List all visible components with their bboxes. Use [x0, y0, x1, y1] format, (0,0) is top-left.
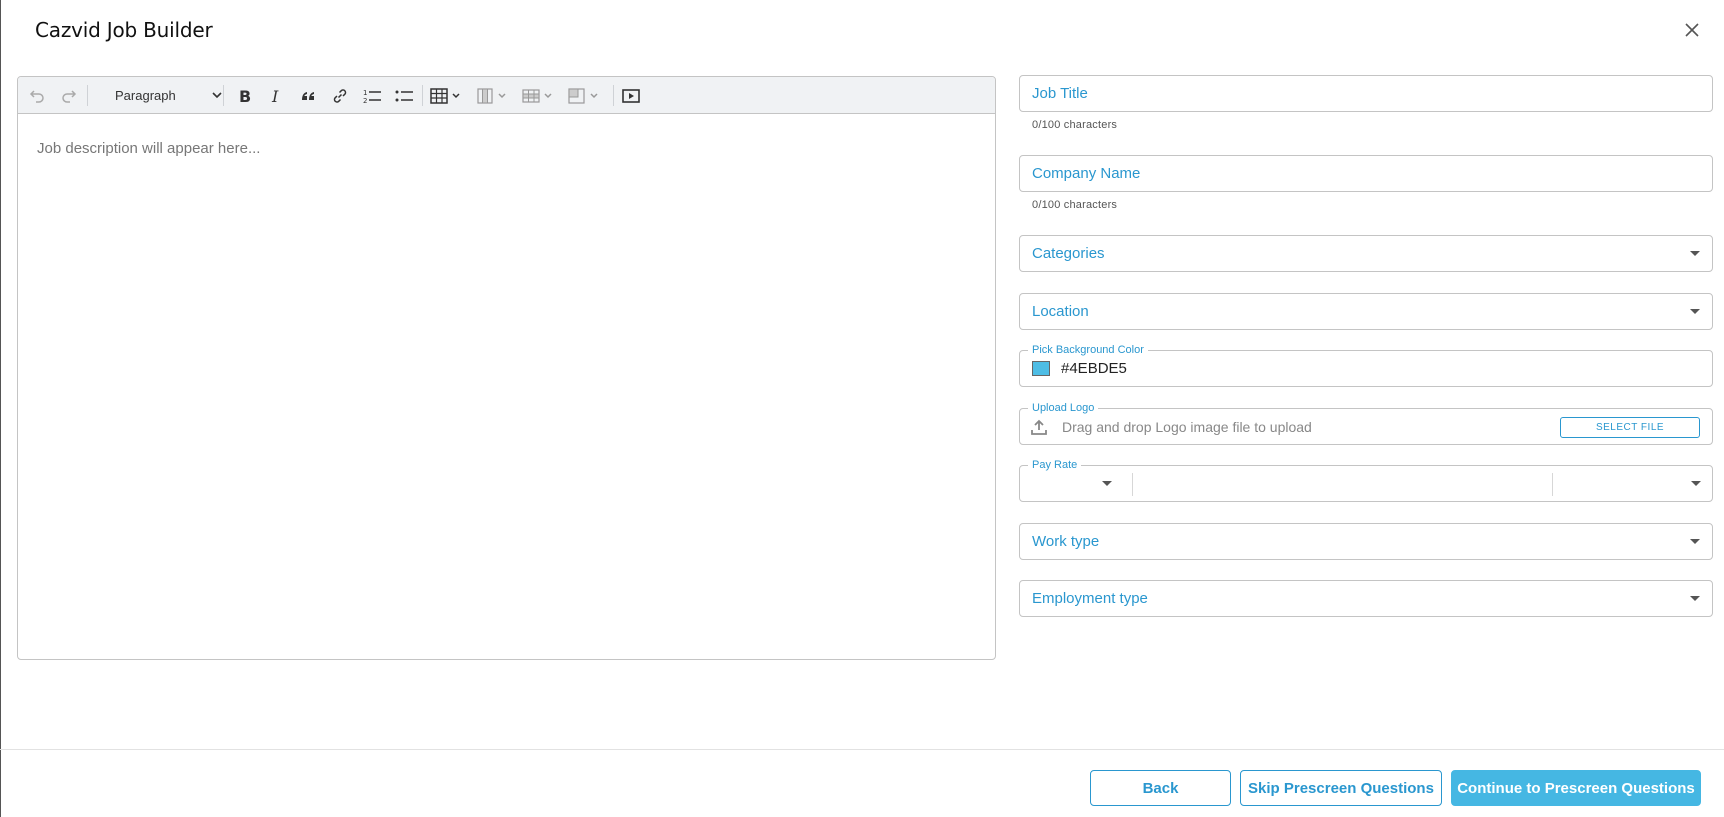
company-name-placeholder: Company Name [1032, 165, 1141, 182]
insert-table-icon[interactable] [426, 83, 468, 108]
background-color-picker[interactable]: Pick Background Color #4EBDE5 [1019, 343, 1713, 387]
dropdown-arrow-icon [1102, 481, 1112, 486]
upload-logo-hint: Drag and drop Logo image file to upload [1062, 419, 1312, 435]
continue-prescreen-button[interactable]: Continue to Prescreen Questions [1451, 770, 1701, 806]
window-edge [0, 0, 1, 817]
employment-type-placeholder: Employment type [1032, 590, 1148, 607]
toolbar-separator [613, 85, 614, 106]
table-column-icon[interactable] [472, 83, 514, 108]
svg-text:1: 1 [363, 89, 367, 97]
table-row-icon[interactable] [518, 83, 560, 108]
pay-rate-group: Pay Rate [1019, 458, 1713, 502]
undo-icon[interactable] [24, 83, 50, 108]
location-select[interactable]: Location [1019, 293, 1713, 330]
categories-select[interactable]: Categories [1019, 235, 1713, 272]
color-swatch[interactable] [1032, 361, 1050, 376]
close-icon[interactable] [1680, 18, 1704, 42]
editor-toolbar: Paragraph B I 12 [18, 77, 995, 114]
footer-divider [0, 749, 1724, 750]
upload-logo-dropzone[interactable]: Upload Logo Drag and drop Logo image fil… [1019, 401, 1713, 445]
media-embed-icon[interactable] [617, 83, 645, 108]
upload-logo-label: Upload Logo [1028, 401, 1099, 415]
heading-select-label: Paragraph [115, 88, 176, 103]
svg-text:I: I [271, 87, 279, 105]
back-button[interactable]: Back [1090, 770, 1231, 806]
dropdown-arrow-icon [1691, 481, 1701, 486]
bulleted-list-icon[interactable] [390, 83, 418, 108]
pay-rate-currency-select[interactable] [1020, 466, 1132, 501]
skip-prescreen-button[interactable]: Skip Prescreen Questions [1240, 770, 1442, 806]
background-color-label: Pick Background Color [1028, 343, 1148, 357]
employment-type-select[interactable]: Employment type [1019, 580, 1713, 617]
pay-rate-period-select[interactable] [1553, 466, 1712, 501]
svg-text:2: 2 [363, 97, 367, 105]
chevron-down-icon [212, 92, 222, 99]
toolbar-separator [422, 85, 423, 106]
redo-icon[interactable] [56, 83, 82, 108]
dropdown-arrow-icon [1690, 596, 1700, 601]
job-title-placeholder: Job Title [1032, 85, 1088, 102]
bold-icon[interactable]: B [230, 83, 258, 108]
editor-placeholder: Job description will appear here... [37, 140, 261, 157]
select-file-button[interactable]: SELECT FILE [1560, 417, 1700, 438]
upload-icon [1030, 418, 1048, 441]
toolbar-separator [87, 85, 88, 106]
job-description-editor: Paragraph B I 12 Job description will ap… [17, 76, 996, 660]
dropdown-arrow-icon [1690, 251, 1700, 256]
blockquote-icon[interactable] [294, 83, 322, 108]
company-name-counter: 0/100 characters [1032, 199, 1118, 211]
pay-rate-amount-input[interactable] [1133, 466, 1552, 501]
svg-text:B: B [239, 87, 251, 105]
italic-icon[interactable]: I [262, 83, 290, 108]
work-type-select[interactable]: Work type [1019, 523, 1713, 560]
merge-cells-icon[interactable] [564, 83, 606, 108]
job-title-counter: 0/100 characters [1032, 119, 1118, 131]
dialog-title: Cazvid Job Builder [35, 18, 213, 42]
company-name-input[interactable]: Company Name [1019, 155, 1713, 192]
heading-select[interactable]: Paragraph [94, 83, 230, 108]
link-icon[interactable] [326, 83, 354, 108]
categories-placeholder: Categories [1032, 245, 1105, 262]
background-color-value: #4EBDE5 [1061, 360, 1127, 377]
numbered-list-icon[interactable]: 12 [358, 83, 386, 108]
toolbar-separator [223, 85, 224, 106]
work-type-placeholder: Work type [1032, 533, 1100, 550]
editor-content[interactable]: Job description will appear here... [18, 114, 995, 659]
dropdown-arrow-icon [1690, 539, 1700, 544]
location-placeholder: Location [1032, 303, 1089, 320]
job-title-input[interactable]: Job Title [1019, 75, 1713, 112]
dropdown-arrow-icon [1690, 309, 1700, 314]
